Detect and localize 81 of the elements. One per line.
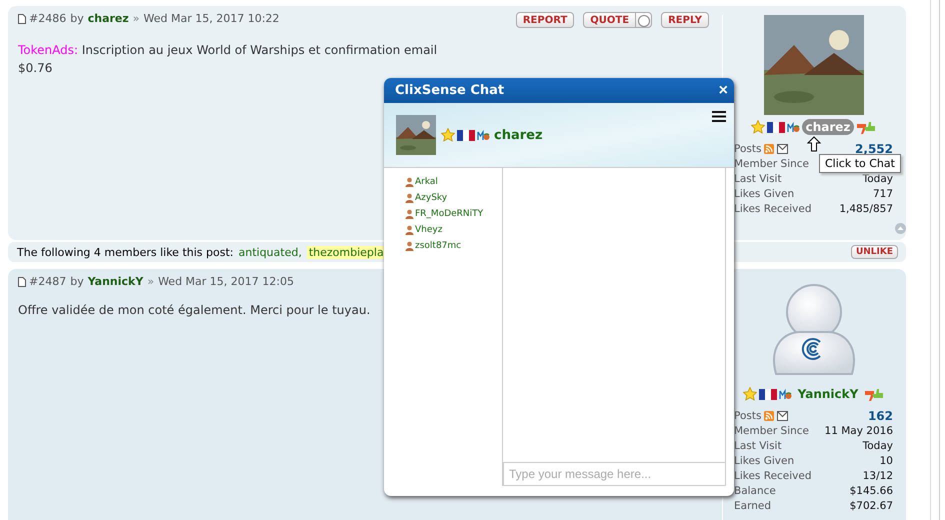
stat-value: 13/12 bbox=[862, 470, 893, 482]
post-button[interactable]: REPORT bbox=[516, 12, 574, 28]
flag-icon bbox=[766, 122, 785, 132]
rss-icon[interactable] bbox=[764, 410, 774, 420]
post-button[interactable]: REPLY bbox=[661, 12, 709, 28]
online-user[interactable]: Arkal bbox=[415, 177, 438, 187]
stat-label: Likes Received bbox=[734, 470, 812, 482]
likes-text: The following 4 members like this post: bbox=[17, 246, 234, 258]
rss-icon[interactable] bbox=[764, 144, 774, 154]
by-label: by bbox=[70, 275, 84, 288]
post-number[interactable]: #2486 bbox=[29, 12, 66, 25]
person-icon bbox=[405, 225, 414, 235]
post-text: $0.76 bbox=[18, 61, 52, 75]
stat-value: 11 May 2016 bbox=[824, 424, 893, 436]
scroll-up-icon[interactable] bbox=[895, 223, 906, 234]
separator: » bbox=[147, 275, 154, 288]
post-number[interactable]: #2487 bbox=[29, 275, 66, 288]
thumbs-icon bbox=[856, 119, 876, 135]
post-text: Inscription au jeux World of Warships et confirmation email bbox=[82, 43, 438, 57]
document-icon bbox=[18, 14, 26, 24]
ms-icon bbox=[786, 121, 800, 133]
star-icon bbox=[750, 120, 765, 134]
separator: » bbox=[132, 12, 140, 25]
mail-icon[interactable] bbox=[777, 144, 788, 154]
close-button[interactable]: × bbox=[718, 82, 728, 98]
stat-value: $702.67 bbox=[850, 500, 893, 512]
username[interactable]: YannickY bbox=[794, 386, 862, 402]
online-user[interactable]: FR_MoDeRNiTY bbox=[415, 209, 484, 219]
online-user[interactable]: AzySky bbox=[415, 193, 448, 203]
posts-count-link[interactable]: 2,552 bbox=[855, 142, 893, 156]
unlike-button[interactable]: UNLIKE bbox=[850, 245, 898, 259]
multiquote-toggle[interactable] bbox=[636, 12, 652, 28]
stat-value: Today bbox=[862, 440, 893, 452]
stat-label: Likes Given bbox=[734, 188, 794, 200]
by-label: by bbox=[70, 12, 84, 25]
mail-icon[interactable] bbox=[777, 410, 788, 420]
stat-label: Last Visit bbox=[734, 172, 782, 184]
stat-label: Posts bbox=[734, 410, 762, 422]
author-link[interactable]: YannickY bbox=[88, 275, 144, 288]
online-user[interactable]: Vheyz bbox=[415, 225, 442, 235]
document-icon bbox=[18, 276, 26, 286]
menu-icon[interactable] bbox=[712, 111, 726, 122]
member-link[interactable]: antiquated, bbox=[238, 246, 302, 258]
star-icon bbox=[441, 128, 455, 142]
chat-title: ClixSense Chat bbox=[395, 83, 504, 98]
stat-label: Likes Received bbox=[734, 202, 812, 214]
stat-value: 10 bbox=[880, 454, 893, 466]
tooltip: Click to Chat bbox=[819, 154, 901, 173]
quote-button[interactable]: QUOTE bbox=[583, 12, 636, 28]
ms-icon bbox=[477, 129, 490, 141]
stat-value: Today bbox=[862, 172, 893, 184]
star-icon bbox=[742, 387, 757, 401]
stat-value: $145.66 bbox=[850, 484, 893, 496]
author-link[interactable]: charez bbox=[88, 12, 129, 25]
stat-label: Member Since bbox=[734, 158, 809, 170]
stat-value: 717 bbox=[872, 188, 893, 200]
chat-username: charez bbox=[494, 128, 543, 142]
posts-count-link[interactable]: 162 bbox=[868, 408, 893, 422]
person-icon bbox=[405, 241, 414, 251]
stat-label: Posts bbox=[734, 142, 762, 154]
post-date: Wed Mar 15, 2017 12:05 bbox=[158, 275, 294, 288]
post-date: Wed Mar 15, 2017 10:22 bbox=[144, 12, 280, 25]
stat-label: Earned bbox=[734, 500, 771, 512]
ms-icon bbox=[778, 388, 792, 400]
member-link[interactable]: thezombiepla bbox=[306, 246, 386, 258]
username[interactable]: charez bbox=[802, 119, 854, 135]
stat-value: 1,485/857 bbox=[839, 202, 893, 214]
thumbs-icon bbox=[864, 386, 884, 402]
stat-label: Last Visit bbox=[734, 440, 782, 452]
person-icon bbox=[405, 209, 414, 219]
person-icon bbox=[405, 193, 414, 203]
message-input[interactable]: Type your message here... bbox=[503, 462, 725, 486]
cursor-icon bbox=[807, 136, 821, 152]
post-text: Offre validée de mon coté également. Merci pour le tuyau. bbox=[18, 303, 370, 317]
online-user[interactable]: zsolt87mc bbox=[415, 241, 462, 251]
stat-label: Balance bbox=[734, 484, 776, 496]
stat-label: Likes Given bbox=[734, 454, 794, 466]
person-icon bbox=[405, 177, 414, 187]
flag-icon bbox=[758, 388, 777, 400]
stat-label: Member Since bbox=[734, 424, 809, 436]
flag-icon bbox=[457, 130, 475, 140]
